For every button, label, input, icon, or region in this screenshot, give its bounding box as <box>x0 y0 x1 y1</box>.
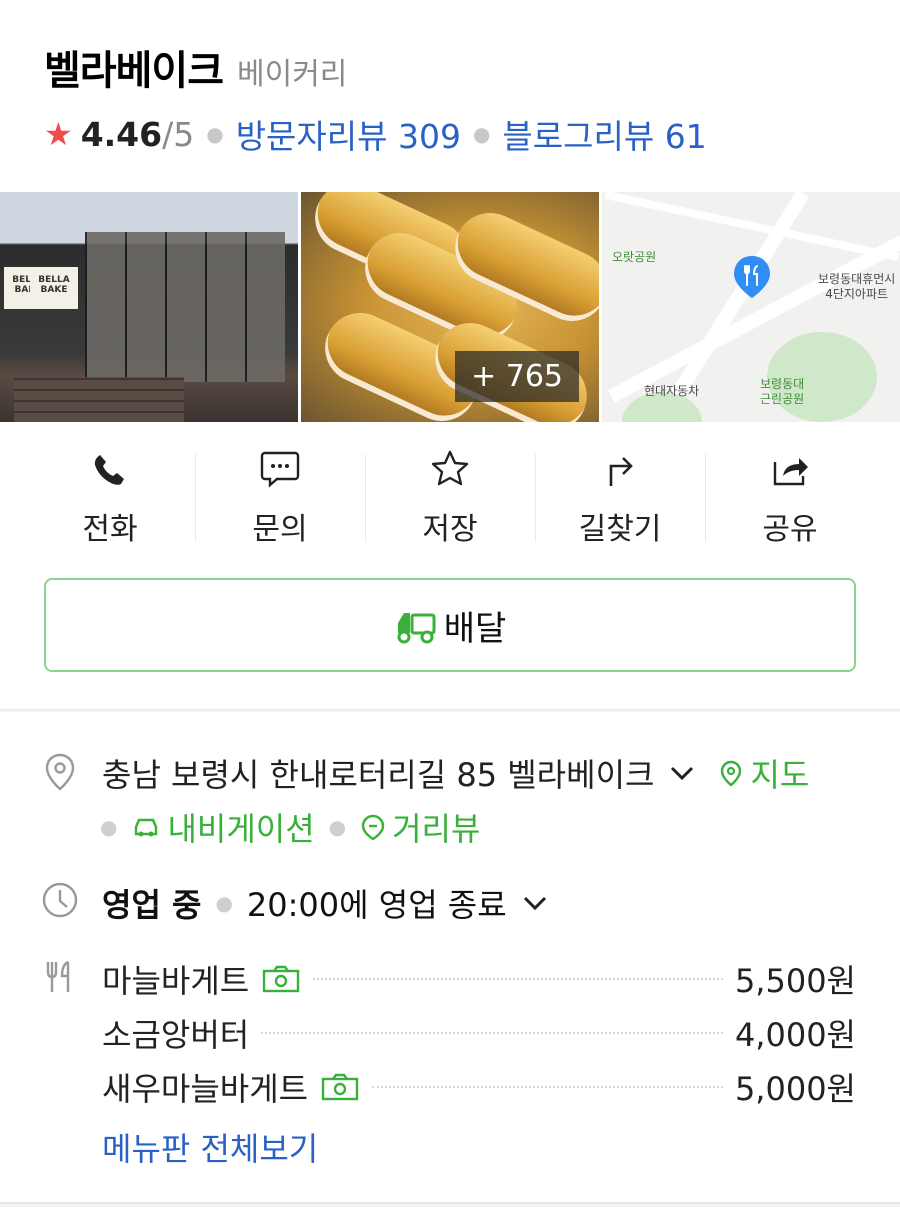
address-text: 충남 보령시 한내로터리길 85 벨라베이크 <box>102 756 655 794</box>
menu-list: 마늘바게트 5,500원 소금앙버터 4,000원 새우마늘바게트 5,000원 <box>102 952 856 1114</box>
dotted-leader <box>313 978 723 980</box>
separator-dot: ● <box>215 891 233 915</box>
map-pin-outline-icon <box>721 760 742 787</box>
rating-max: /5 <box>162 114 195 154</box>
save-button[interactable]: 저장 <box>365 440 535 550</box>
map-label-hyundai: 현대자동차 <box>644 384 700 398</box>
chevron-down-icon[interactable] <box>521 893 549 913</box>
star-icon <box>431 450 469 486</box>
rating-row: ★ 4.46 /5 ● 방문자리뷰 309 ● 블로그리뷰 61 <box>44 110 880 158</box>
store-sign-2: BELLA BAKE <box>30 267 78 309</box>
place-category: 베이커리 <box>237 57 348 92</box>
view-full-menu-link[interactable]: 메뉴판 전체보기 <box>102 1124 318 1170</box>
directions-button[interactable]: 길찾기 <box>535 440 705 550</box>
photo-strip: BELLA BAKE BELLA BAKE + 765 오랏공원 보령동대휴먼시… <box>0 192 900 422</box>
dotted-leader <box>372 1086 723 1088</box>
store-front-photo[interactable]: BELLA BAKE BELLA BAKE <box>0 192 298 422</box>
menu-item-price: 5,500원 <box>734 962 856 1000</box>
place-summary-card: 벨라베이크 베이커리 ★ 4.46 /5 ● 방문자리뷰 309 ● 블로그리뷰… <box>0 0 900 710</box>
blog-review-link[interactable]: 블로그리뷰 61 <box>502 110 706 158</box>
separator-dot: ● <box>328 815 347 839</box>
separator-dot: ● <box>100 815 118 839</box>
address-row: 충남 보령시 한내로터리길 85 벨라베이크 지도 <box>102 750 809 796</box>
mini-map[interactable]: 오랏공원 보령동대휴먼시 4단지아파트 현대자동차 보령동대 근린공원 <box>602 192 900 422</box>
call-button[interactable]: 전화 <box>25 440 195 550</box>
delivery-button[interactable]: 배달 <box>44 578 856 672</box>
map-link-label: 지도 <box>750 756 810 794</box>
delivery-label: 배달 <box>443 608 507 649</box>
open-status: 영업 중 <box>102 886 202 924</box>
streetview-icon <box>361 814 385 841</box>
streetview-label: 거리뷰 <box>392 810 481 848</box>
navigation-link[interactable]: 내비게이션 <box>131 804 315 850</box>
camera-icon[interactable] <box>261 964 301 994</box>
car-icon <box>135 818 158 837</box>
brick-wall <box>14 377 184 422</box>
menu-item-price: 4,000원 <box>734 1016 856 1054</box>
star-icon: ★ <box>44 115 73 153</box>
camera-icon[interactable] <box>320 1072 360 1102</box>
separator-dot: ● <box>206 122 224 146</box>
delivery-truck-icon <box>397 613 436 644</box>
store-window <box>85 232 285 382</box>
menu-item[interactable]: 마늘바게트 5,500원 <box>102 952 856 1006</box>
inquiry-label: 문의 <box>252 512 308 547</box>
visitor-review-link[interactable]: 방문자리뷰 309 <box>236 110 461 158</box>
clock-icon <box>42 882 78 918</box>
utensils-icon <box>46 960 70 992</box>
streetview-link[interactable]: 거리뷰 <box>360 804 480 850</box>
menu-item[interactable]: 소금앙버터 4,000원 <box>102 1006 856 1060</box>
place-title: 벨라베이크 <box>44 48 224 94</box>
map-label-park-2: 보령동대 근린공원 <box>760 377 805 406</box>
place-info-card: 충남 보령시 한내로터리길 85 벨라베이크 지도 ● 내비게이션 ● 거리뷰 … <box>0 712 900 1204</box>
route-links-row: ● 내비게이션 ● 거리뷰 <box>100 804 480 850</box>
map-link[interactable]: 지도 <box>718 750 809 796</box>
menu-item-name: 새우마늘바게트 <box>102 1070 309 1108</box>
closing-time: 20:00에 영업 종료 <box>246 886 507 924</box>
location-icon <box>45 753 75 791</box>
share-icon <box>773 458 808 486</box>
map-label-park: 오랏공원 <box>612 250 657 264</box>
bread-photo[interactable]: + 765 <box>301 192 599 422</box>
rating-score: 4.46 <box>80 114 163 154</box>
chevron-down-icon[interactable] <box>668 763 696 783</box>
separator-dot: ● <box>472 122 491 146</box>
menu-item-price: 5,000원 <box>734 1070 856 1108</box>
phone-icon <box>94 455 124 485</box>
directions-icon <box>609 457 633 486</box>
share-label: 공유 <box>762 512 818 547</box>
action-bar: 전화 문의 저장 길찾기 공유 <box>0 440 900 550</box>
menu-item-name: 소금앙버터 <box>102 1016 250 1054</box>
call-label: 전화 <box>82 512 138 547</box>
navigation-label: 내비게이션 <box>167 810 315 848</box>
inquiry-button[interactable]: 문의 <box>195 440 365 550</box>
menu-item[interactable]: 새우마늘바게트 5,000원 <box>102 1060 856 1114</box>
dotted-leader <box>261 1032 723 1034</box>
chat-icon <box>260 451 300 488</box>
menu-item-name: 마늘바게트 <box>102 962 250 1000</box>
more-photos-badge[interactable]: + 765 <box>455 351 579 402</box>
share-button[interactable]: 공유 <box>705 440 875 550</box>
place-header: 벨라베이크 베이커리 ★ 4.46 /5 ● 방문자리뷰 309 ● 블로그리뷰… <box>44 38 880 158</box>
save-label: 저장 <box>422 512 478 547</box>
map-label-apartment: 보령동대휴먼시 4단지아파트 <box>818 272 896 301</box>
hours-row[interactable]: 영업 중 ● 20:00에 영업 종료 <box>102 880 549 926</box>
map-pin-icon <box>734 256 770 298</box>
directions-label: 길찾기 <box>578 512 662 547</box>
